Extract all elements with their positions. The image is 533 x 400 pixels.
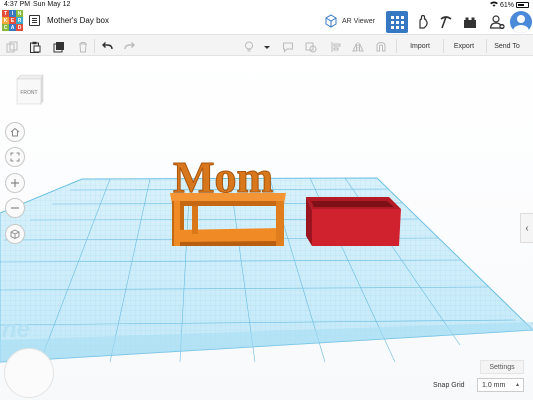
status-date: Sun May 12 (33, 1, 71, 8)
ar-cube-icon (324, 14, 338, 28)
home-icon (10, 127, 20, 137)
cube-perspective-icon (10, 229, 20, 239)
zoom-out-button[interactable] (5, 198, 25, 218)
plus-icon (11, 179, 19, 187)
chevron-down-icon[interactable] (261, 40, 273, 52)
navigation-joystick[interactable] (4, 348, 54, 398)
battery-icon (516, 2, 529, 8)
workplane-scene[interactable]: ne Mom (0, 56, 533, 400)
logo-letter-tile: R (16, 17, 23, 24)
chevron-left-icon: ‹ (525, 222, 529, 234)
lightbulb-icon[interactable] (243, 40, 255, 52)
snap-grid-value: 1.0 mm (482, 381, 506, 389)
workplane-canvas[interactable]: ne Mom FRONT ‹ Settings Snap Grid 1.0 mm… (0, 56, 533, 400)
red-box-shape[interactable] (306, 197, 401, 246)
fit-view-button[interactable] (5, 147, 25, 167)
app-header: TINKERCAD Mother's Day box AR Viewer (0, 10, 533, 34)
mom-box-shape[interactable]: Mom (170, 153, 286, 246)
send-to-button[interactable]: Send To (490, 38, 524, 54)
view-cube-front-label: FRONT (20, 90, 38, 96)
logo-letter-tile: A (9, 24, 16, 31)
pickaxe-icon[interactable] (438, 14, 454, 30)
tinkercad-logo[interactable]: TINKERCAD (2, 10, 23, 31)
settings-button[interactable]: Settings (480, 360, 524, 374)
chevron-updown-icon: ▴ (515, 382, 519, 388)
edit-toolbar: Import Export Send To (0, 34, 533, 56)
logo-letter-tile: E (9, 17, 16, 24)
shapes-panel-toggle[interactable]: ‹ (520, 213, 533, 243)
snap-grid-label: Snap Grid (433, 382, 465, 389)
logo-letter-tile: T (2, 10, 9, 17)
3d-design-view-button[interactable] (386, 11, 408, 33)
fit-all-icon (10, 152, 20, 162)
view-cube[interactable]: FRONT (14, 73, 44, 105)
status-bar: 4:37 PM Sun May 12 61% (0, 0, 533, 10)
logo-letter-tile: D (16, 24, 23, 31)
export-button[interactable]: Export (447, 38, 481, 54)
logo-letter-tile: C (2, 24, 9, 31)
logo-letter-tile: I (9, 10, 16, 17)
codeblocks-hand-icon[interactable] (415, 14, 431, 30)
ar-viewer-label: AR Viewer (342, 17, 375, 25)
undo-icon[interactable] (101, 40, 113, 52)
add-user-icon[interactable] (489, 14, 505, 30)
align-icon[interactable] (330, 40, 342, 52)
note-icon[interactable] (282, 40, 294, 53)
mom-text-shape[interactable]: Mom (173, 153, 274, 203)
bricks-icon[interactable] (462, 14, 478, 30)
logo-letter-tile: N (16, 10, 23, 17)
minus-icon (11, 207, 19, 209)
status-time: 4:37 PM (4, 1, 31, 8)
wifi-icon (489, 1, 498, 9)
mirror-icon[interactable] (352, 40, 364, 52)
battery-percent: 61% (499, 1, 514, 9)
workplane-watermark: ne (2, 316, 30, 343)
designs-list-icon[interactable] (29, 15, 40, 26)
home-view-button[interactable] (5, 122, 25, 142)
import-button[interactable]: Import (402, 38, 438, 54)
design-title[interactable]: Mother's Day box (47, 16, 109, 25)
hole-shape-icon[interactable] (305, 40, 317, 53)
duplicate-icon[interactable] (53, 40, 65, 53)
magnet-icon[interactable] (375, 40, 387, 52)
snap-grid-select[interactable]: 1.0 mm ▴ (477, 378, 524, 392)
perspective-button[interactable] (5, 224, 25, 244)
copy-icon[interactable] (6, 40, 18, 53)
logo-letter-tile: K (2, 17, 9, 24)
zoom-in-button[interactable] (5, 173, 25, 193)
user-avatar[interactable] (510, 11, 532, 33)
ar-viewer-button[interactable]: AR Viewer (324, 14, 375, 28)
redo-icon[interactable] (124, 40, 136, 52)
paste-icon[interactable] (29, 40, 41, 53)
delete-icon[interactable] (77, 40, 89, 53)
